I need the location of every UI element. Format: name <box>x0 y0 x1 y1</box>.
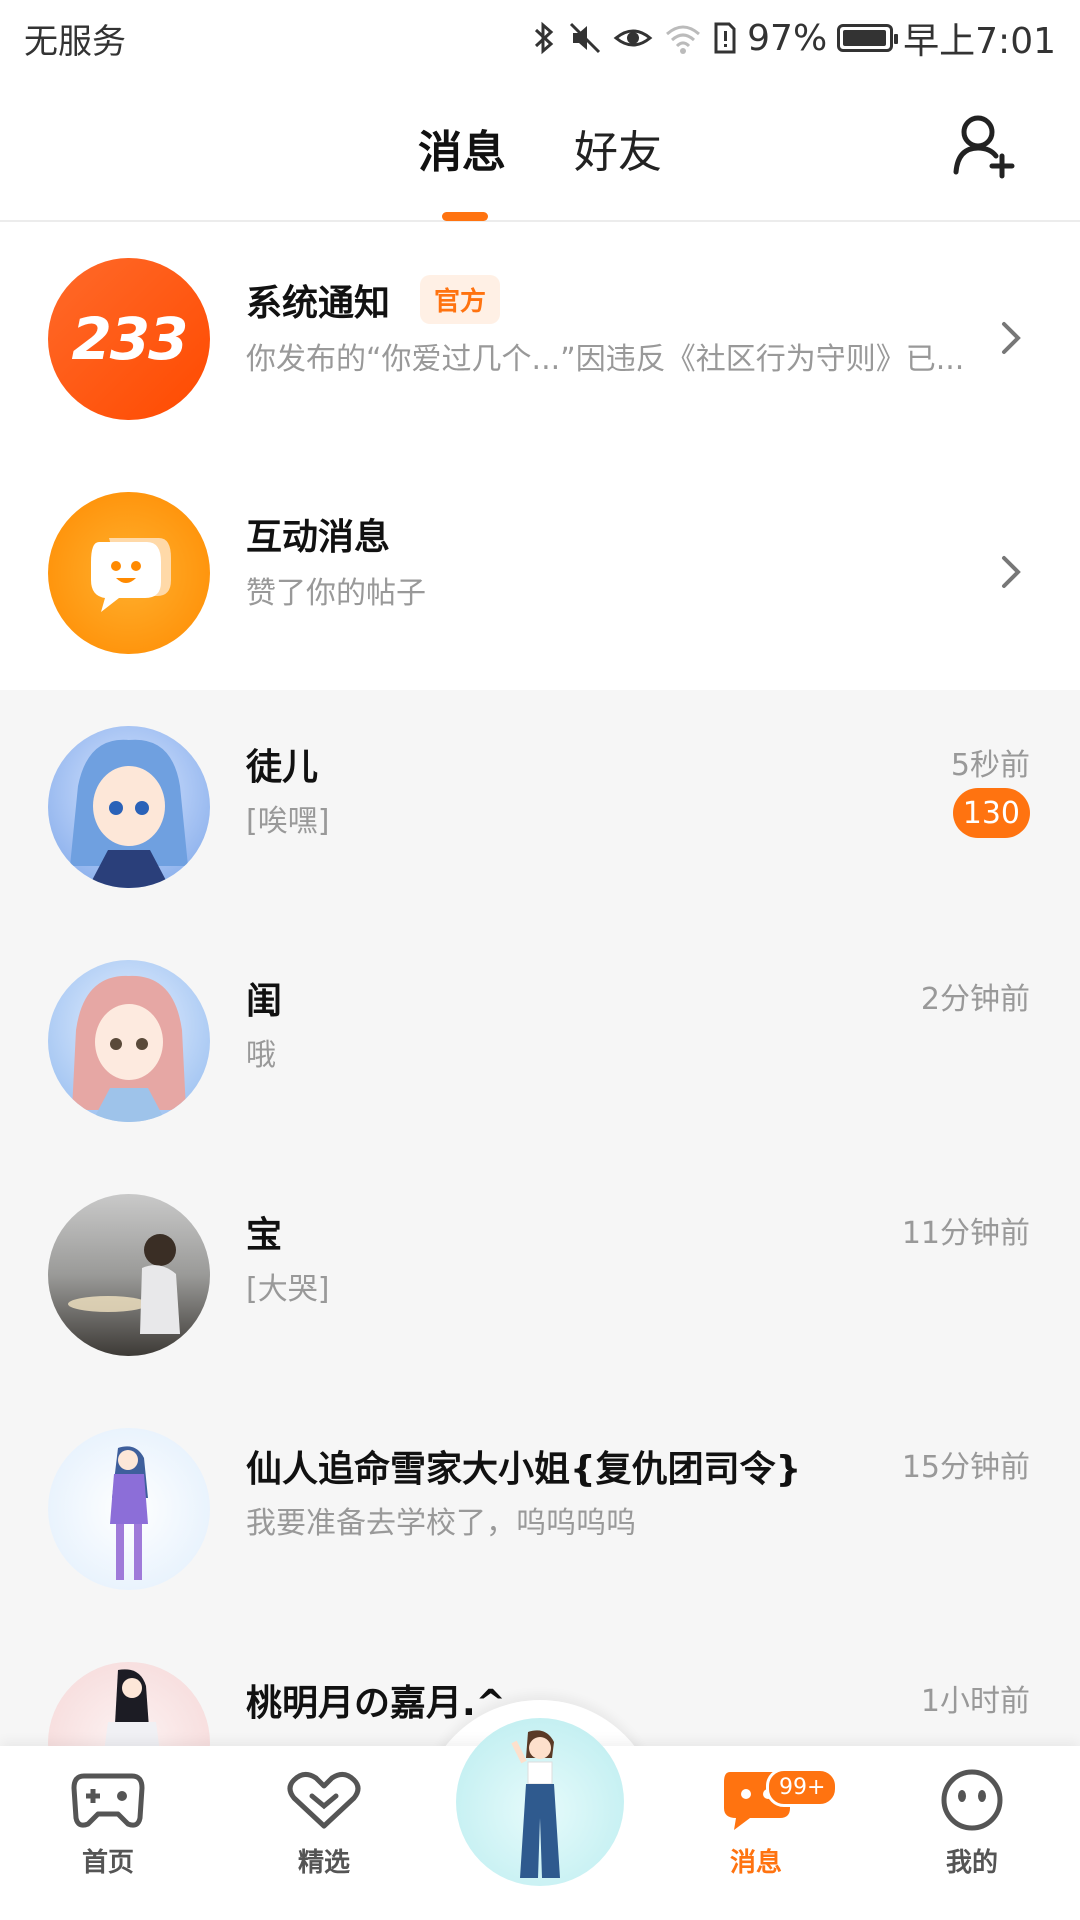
avatar <box>48 1194 210 1356</box>
battery-percent: 97% <box>747 17 828 59</box>
tab-friends[interactable]: 好友 <box>574 116 662 180</box>
carrier-label: 无服务 <box>24 22 126 62</box>
avatar <box>48 726 210 888</box>
chat-preview: 哦 <box>246 1038 276 1073</box>
nav-messages-label: 消息 <box>729 1848 782 1878</box>
chat-row[interactable]: 闺 哦 2分钟前 <box>0 924 1080 1158</box>
nav-featured[interactable]: 精选 <box>264 1768 384 1879</box>
status-icons: 97% 早上7:01 <box>531 12 1056 64</box>
battery-icon <box>837 24 899 52</box>
chat-name: 徒儿 <box>246 747 319 788</box>
chat-preview: [大哭] <box>246 1272 330 1307</box>
chat-name: 宝 <box>246 1215 283 1256</box>
chat-time: 1小时前 <box>920 1684 1030 1719</box>
top-tab-bar: 消息 好友 <box>0 76 1080 222</box>
chat-time: 15分钟前 <box>901 1450 1030 1485</box>
add-person-icon[interactable] <box>950 110 1020 180</box>
sim-alert-icon <box>713 20 737 56</box>
chat-time: 2分钟前 <box>920 982 1030 1017</box>
chat-row[interactable]: 宝 [大哭] 11分钟前 <box>0 1158 1080 1392</box>
chat-time: 5秒前 <box>950 748 1030 783</box>
chat-preview: 我要准备去学校了，呜呜呜呜 <box>246 1506 636 1541</box>
interaction-messages-row[interactable]: 互动消息 赞了你的帖子 <box>0 456 1080 690</box>
chat-time: 11分钟前 <box>901 1216 1030 1251</box>
mute-icon <box>567 20 603 56</box>
system-notification-preview: 你发布的“你爱过几个...”因违反《社区行为守则》已... <box>246 342 965 377</box>
nav-profile-label: 我的 <box>945 1848 998 1878</box>
system-avatar: 233 <box>48 258 210 420</box>
wifi-icon <box>663 20 703 56</box>
bluetooth-icon <box>531 20 557 56</box>
gamepad-icon <box>71 1773 145 1828</box>
interaction-avatar <box>48 492 210 654</box>
chat-preview: [唉嘿] <box>246 804 330 839</box>
chat-name: 仙人追命雪家大小姐{复仇团司令} <box>246 1449 802 1490</box>
eye-icon <box>613 20 653 56</box>
nav-featured-label: 精选 <box>297 1848 350 1878</box>
logo-233: 233 <box>71 305 188 373</box>
chevron-right-icon <box>996 552 1026 592</box>
avatar <box>48 960 210 1122</box>
active-tab-indicator <box>442 212 488 221</box>
interaction-messages-title: 互动消息 <box>246 517 391 558</box>
chat-list: 徒儿 [唉嘿] 5秒前 130 闺 哦 2分钟前 宝 [大哭] 11分钟前 仙人… <box>0 690 1080 1824</box>
unread-count-badge: 130 <box>952 788 1030 838</box>
face-icon <box>941 1769 1003 1831</box>
nav-home[interactable]: 首页 <box>48 1768 168 1879</box>
system-notification-row[interactable]: 233 系统通知 官方 你发布的“你爱过几个...”因违反《社区行为守则》已..… <box>0 222 1080 456</box>
avatar <box>48 1428 210 1590</box>
chat-row[interactable]: 仙人追命雪家大小姐{复仇团司令} 我要准备去学校了，呜呜呜呜 15分钟前 <box>0 1392 1080 1626</box>
character-avatar <box>511 1730 560 1878</box>
nav-profile[interactable]: 我的 <box>912 1768 1032 1879</box>
chat-name: 闺 <box>246 981 283 1022</box>
interaction-messages-preview: 赞了你的帖子 <box>246 576 426 611</box>
status-bar: 无服务 97% 早上7:01 <box>0 0 1080 76</box>
avatar-character-button[interactable] <box>456 1718 624 1886</box>
official-badge: 官方 <box>420 275 501 324</box>
tab-messages[interactable]: 消息 <box>418 116 506 180</box>
chat-row[interactable]: 徒儿 [唉嘿] 5秒前 130 <box>0 690 1080 924</box>
chat-name: 桃明月の嘉月.^ <box>246 1683 506 1724</box>
chevron-right-icon <box>996 318 1026 358</box>
heart-chevron-icon <box>287 1772 361 1829</box>
system-notification-title: 系统通知 <box>246 283 391 324</box>
chat-bubble-icon <box>91 538 171 612</box>
nav-home-label: 首页 <box>81 1848 134 1878</box>
messages-badge: 99+ <box>766 1768 839 1807</box>
clock: 早上7:01 <box>903 21 1056 62</box>
